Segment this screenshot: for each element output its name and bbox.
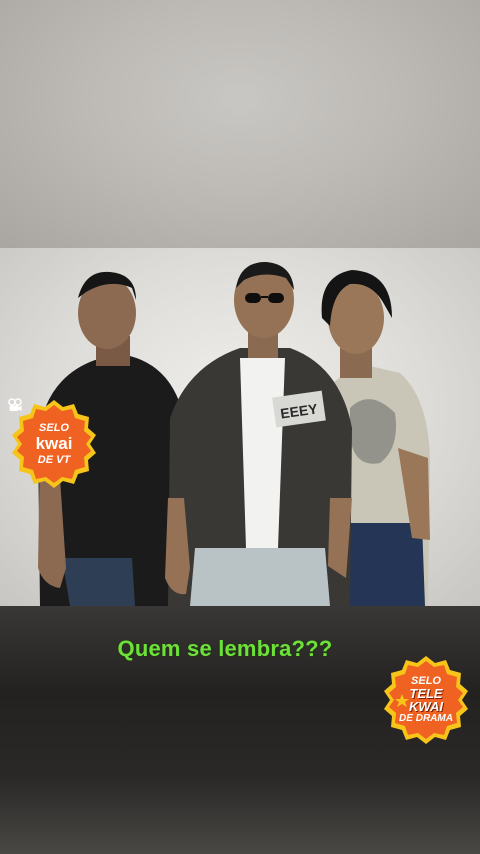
kwai-brand-text: KWAI — [409, 699, 443, 714]
kwai-brand: kwai — [8, 398, 73, 454]
badge-de-drama-label: DE DRAMA — [399, 713, 453, 724]
badge-selo-label: SELO — [39, 422, 69, 434]
selo-kwai-vt-badge: SELO kwai DE VT — [8, 398, 100, 490]
kwai-brand-text: kwai — [35, 434, 73, 453]
badge-de-vt-label: DE VT — [37, 454, 71, 466]
blurred-background-top — [0, 0, 480, 248]
selo-telekwai-drama-badge: SELO TELE KWAI DE DRAMA — [380, 654, 472, 746]
kwai-logo-icon — [8, 398, 22, 411]
